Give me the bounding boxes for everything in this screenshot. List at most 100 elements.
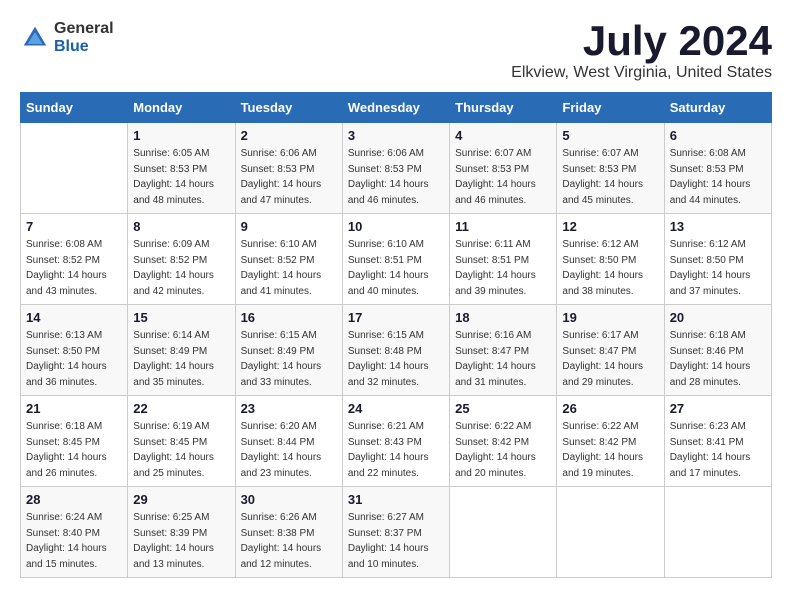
day-number: 3: [348, 128, 444, 143]
weekday-header-row: SundayMondayTuesdayWednesdayThursdayFrid…: [21, 93, 772, 123]
day-info: Sunrise: 6:26 AMSunset: 8:38 PMDaylight:…: [241, 510, 337, 572]
calendar-cell: [557, 487, 664, 578]
day-number: 1: [133, 128, 229, 143]
day-number: 14: [26, 310, 122, 325]
calendar-cell: 9 Sunrise: 6:10 AMSunset: 8:52 PMDaylight…: [235, 214, 342, 305]
day-number: 2: [241, 128, 337, 143]
day-info: Sunrise: 6:15 AMSunset: 8:48 PMDaylight:…: [348, 328, 444, 390]
day-info: Sunrise: 6:10 AMSunset: 8:52 PMDaylight:…: [241, 237, 337, 299]
logo-text: General Blue: [54, 20, 114, 56]
weekday-header-tuesday: Tuesday: [235, 93, 342, 123]
day-number: 26: [562, 401, 658, 416]
day-info: Sunrise: 6:06 AMSunset: 8:53 PMDaylight:…: [241, 146, 337, 208]
week-row-4: 21 Sunrise: 6:18 AMSunset: 8:45 PMDayligh…: [21, 396, 772, 487]
calendar-cell: 26Sunrise: 6:22 AMSunset: 8:42 PMDayligh…: [557, 396, 664, 487]
day-number: 11: [455, 219, 551, 234]
day-info: Sunrise: 6:19 AMSunset: 8:45 PMDaylight:…: [133, 419, 229, 481]
day-number: 5: [562, 128, 658, 143]
day-info: Sunrise: 6:10 AMSunset: 8:51 PMDaylight:…: [348, 237, 444, 299]
weekday-header-monday: Monday: [128, 93, 235, 123]
week-row-5: 28Sunrise: 6:24 AMSunset: 8:40 PMDayligh…: [21, 487, 772, 578]
calendar-cell: 17 Sunrise: 6:15 AMSunset: 8:48 PMDayligh…: [342, 305, 449, 396]
day-info: Sunrise: 6:07 AMSunset: 8:53 PMDaylight:…: [562, 146, 658, 208]
day-info: Sunrise: 6:13 AMSunset: 8:50 PMDaylight:…: [26, 328, 122, 390]
calendar-header: SundayMondayTuesdayWednesdayThursdayFrid…: [21, 93, 772, 123]
day-number: 31: [348, 492, 444, 507]
day-number: 27: [670, 401, 766, 416]
calendar-cell: 24 Sunrise: 6:21 AMSunset: 8:43 PMDayligh…: [342, 396, 449, 487]
day-number: 8: [133, 219, 229, 234]
day-number: 6: [670, 128, 766, 143]
day-number: 7: [26, 219, 122, 234]
calendar-cell: [450, 487, 557, 578]
calendar-cell: 29Sunrise: 6:25 AMSunset: 8:39 PMDayligh…: [128, 487, 235, 578]
day-info: Sunrise: 6:08 AMSunset: 8:53 PMDaylight:…: [670, 146, 766, 208]
day-number: 12: [562, 219, 658, 234]
day-number: 23: [241, 401, 337, 416]
day-number: 19: [562, 310, 658, 325]
calendar-cell: 22 Sunrise: 6:19 AMSunset: 8:45 PMDayligh…: [128, 396, 235, 487]
day-number: 25: [455, 401, 551, 416]
calendar-cell: 8 Sunrise: 6:09 AMSunset: 8:52 PMDaylight…: [128, 214, 235, 305]
day-info: Sunrise: 6:27 AMSunset: 8:37 PMDaylight:…: [348, 510, 444, 572]
week-row-2: 7Sunrise: 6:08 AMSunset: 8:52 PMDaylight…: [21, 214, 772, 305]
calendar-cell: 11Sunrise: 6:11 AMSunset: 8:51 PMDayligh…: [450, 214, 557, 305]
calendar-cell: 7Sunrise: 6:08 AMSunset: 8:52 PMDaylight…: [21, 214, 128, 305]
day-number: 9: [241, 219, 337, 234]
calendar-cell: 16 Sunrise: 6:15 AMSunset: 8:49 PMDayligh…: [235, 305, 342, 396]
weekday-header-friday: Friday: [557, 93, 664, 123]
calendar-cell: 23Sunrise: 6:20 AMSunset: 8:44 PMDayligh…: [235, 396, 342, 487]
calendar-body: 1 Sunrise: 6:05 AMSunset: 8:53 PMDaylight…: [21, 123, 772, 578]
weekday-header-wednesday: Wednesday: [342, 93, 449, 123]
logo: General Blue: [20, 20, 114, 56]
calendar-cell: 2 Sunrise: 6:06 AMSunset: 8:53 PMDaylight…: [235, 123, 342, 214]
calendar-cell: [664, 487, 771, 578]
calendar-cell: [21, 123, 128, 214]
week-row-1: 1 Sunrise: 6:05 AMSunset: 8:53 PMDaylight…: [21, 123, 772, 214]
day-number: 29: [133, 492, 229, 507]
day-number: 18: [455, 310, 551, 325]
day-number: 15: [133, 310, 229, 325]
calendar-cell: 4 Sunrise: 6:07 AMSunset: 8:53 PMDaylight…: [450, 123, 557, 214]
calendar-cell: 19 Sunrise: 6:17 AMSunset: 8:47 PMDayligh…: [557, 305, 664, 396]
logo-blue: Blue: [54, 38, 89, 55]
day-info: Sunrise: 6:09 AMSunset: 8:52 PMDaylight:…: [133, 237, 229, 299]
logo-icon: [20, 23, 50, 53]
calendar-cell: 12Sunrise: 6:12 AMSunset: 8:50 PMDayligh…: [557, 214, 664, 305]
day-info: Sunrise: 6:17 AMSunset: 8:47 PMDaylight:…: [562, 328, 658, 390]
page-header: General Blue July 2024 Elkview, West Vir…: [20, 20, 772, 82]
day-info: Sunrise: 6:22 AMSunset: 8:42 PMDaylight:…: [455, 419, 551, 481]
title-block: July 2024 Elkview, West Virginia, United…: [511, 20, 772, 82]
day-info: Sunrise: 6:24 AMSunset: 8:40 PMDaylight:…: [26, 510, 122, 572]
day-number: 20: [670, 310, 766, 325]
calendar-cell: 25 Sunrise: 6:22 AMSunset: 8:42 PMDayligh…: [450, 396, 557, 487]
calendar-cell: 30Sunrise: 6:26 AMSunset: 8:38 PMDayligh…: [235, 487, 342, 578]
day-number: 16: [241, 310, 337, 325]
day-number: 21: [26, 401, 122, 416]
day-info: Sunrise: 6:18 AMSunset: 8:46 PMDaylight:…: [670, 328, 766, 390]
logo-general: General: [54, 20, 114, 37]
day-number: 4: [455, 128, 551, 143]
day-info: Sunrise: 6:07 AMSunset: 8:53 PMDaylight:…: [455, 146, 551, 208]
month-title: July 2024: [511, 20, 772, 62]
calendar-cell: 6 Sunrise: 6:08 AMSunset: 8:53 PMDaylight…: [664, 123, 771, 214]
day-info: Sunrise: 6:21 AMSunset: 8:43 PMDaylight:…: [348, 419, 444, 481]
calendar-cell: 13 Sunrise: 6:12 AMSunset: 8:50 PMDayligh…: [664, 214, 771, 305]
day-info: Sunrise: 6:15 AMSunset: 8:49 PMDaylight:…: [241, 328, 337, 390]
calendar-cell: 15Sunrise: 6:14 AMSunset: 8:49 PMDayligh…: [128, 305, 235, 396]
weekday-header-saturday: Saturday: [664, 93, 771, 123]
day-info: Sunrise: 6:05 AMSunset: 8:53 PMDaylight:…: [133, 146, 229, 208]
calendar-cell: 3Sunrise: 6:06 AMSunset: 8:53 PMDaylight…: [342, 123, 449, 214]
day-number: 22: [133, 401, 229, 416]
week-row-3: 14 Sunrise: 6:13 AMSunset: 8:50 PMDayligh…: [21, 305, 772, 396]
day-info: Sunrise: 6:23 AMSunset: 8:41 PMDaylight:…: [670, 419, 766, 481]
day-number: 17: [348, 310, 444, 325]
day-number: 13: [670, 219, 766, 234]
calendar-cell: 18Sunrise: 6:16 AMSunset: 8:47 PMDayligh…: [450, 305, 557, 396]
day-info: Sunrise: 6:18 AMSunset: 8:45 PMDaylight:…: [26, 419, 122, 481]
calendar-cell: 20 Sunrise: 6:18 AMSunset: 8:46 PMDayligh…: [664, 305, 771, 396]
day-number: 24: [348, 401, 444, 416]
calendar-table: SundayMondayTuesdayWednesdayThursdayFrid…: [20, 92, 772, 578]
day-info: Sunrise: 6:12 AMSunset: 8:50 PMDaylight:…: [670, 237, 766, 299]
calendar-cell: 28Sunrise: 6:24 AMSunset: 8:40 PMDayligh…: [21, 487, 128, 578]
